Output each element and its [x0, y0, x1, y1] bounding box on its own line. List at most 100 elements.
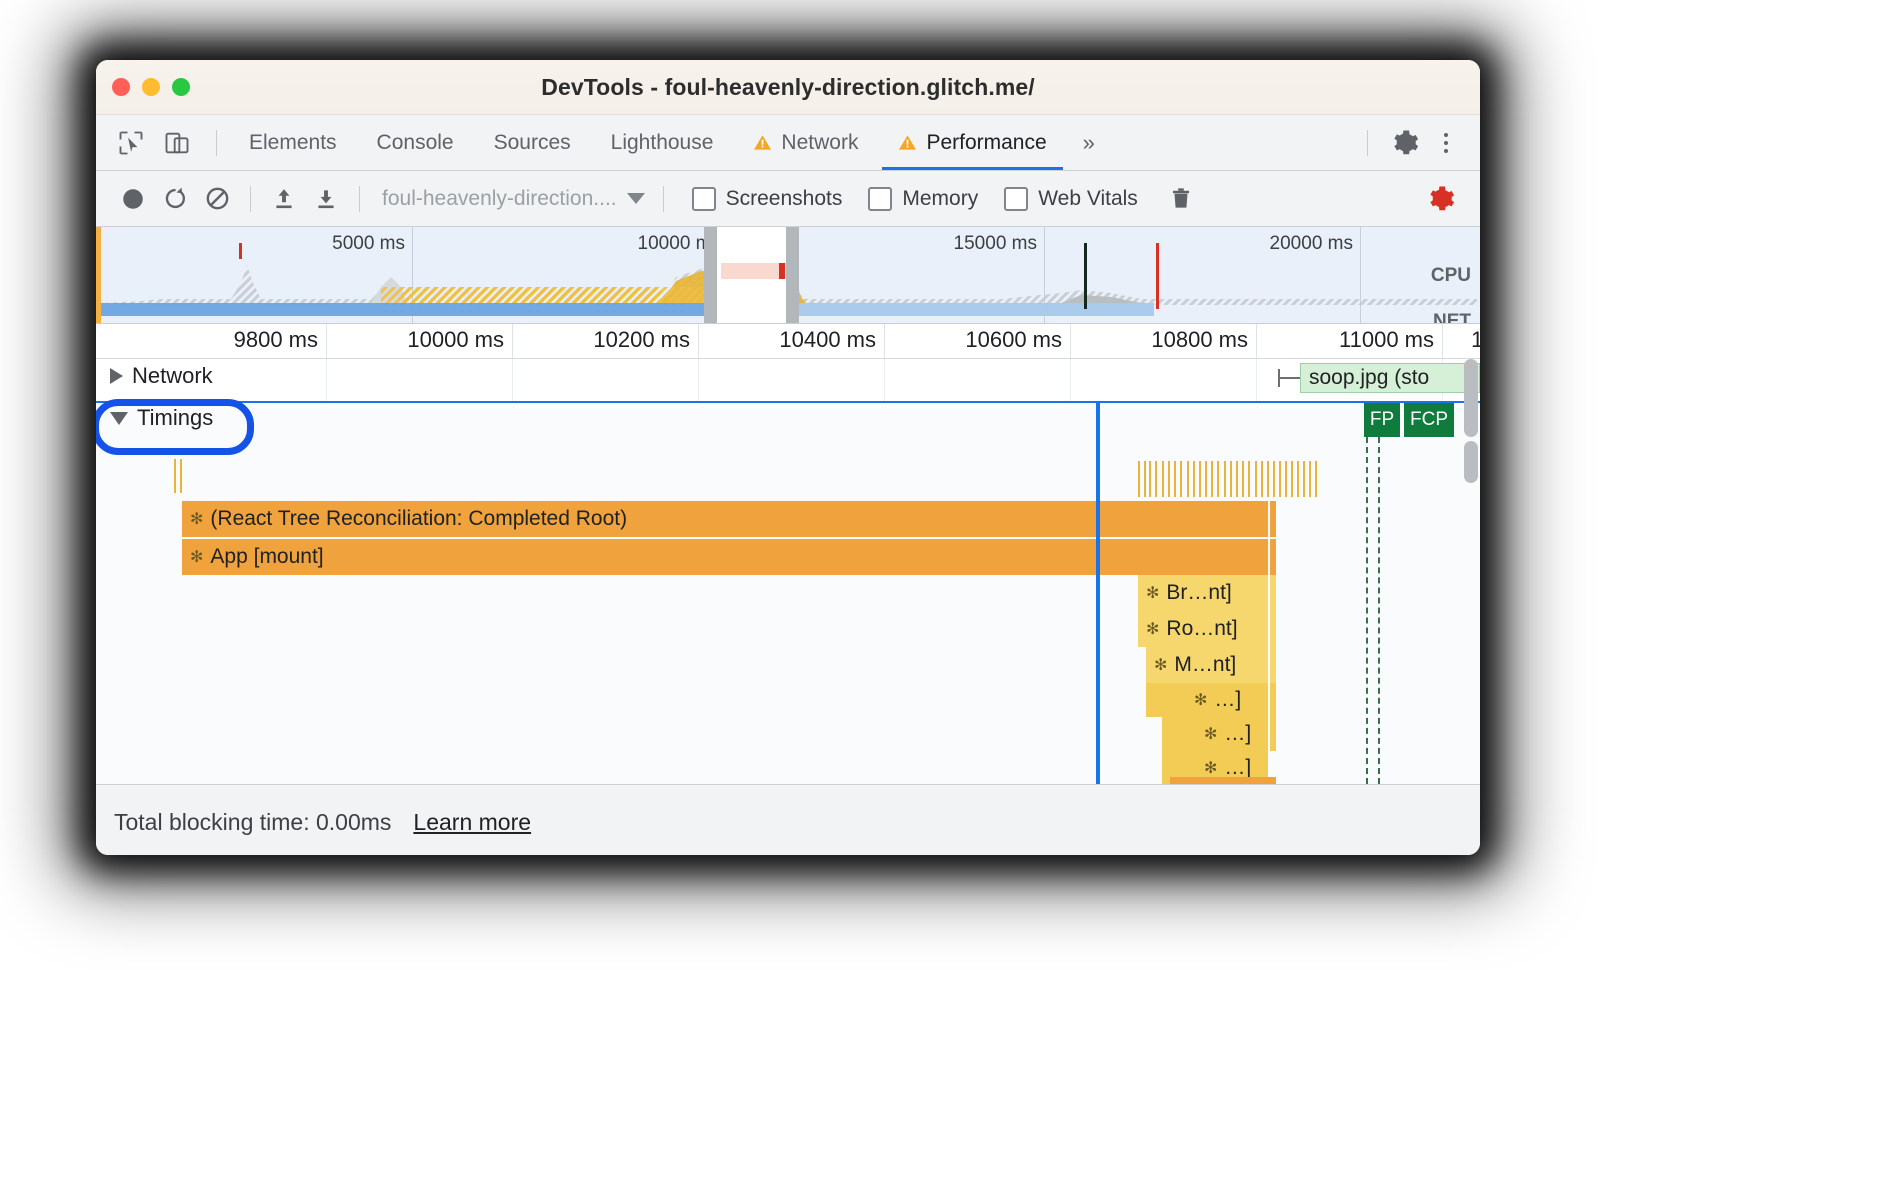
network-request-chip[interactable]: soop.jpg (sto [1300, 363, 1480, 393]
capture-settings-gear-icon[interactable] [1420, 179, 1462, 219]
ruler-tick-label: 10800 ms [1151, 327, 1248, 352]
timing-bar-label: …] [1224, 755, 1252, 779]
tab-network-label: Network [781, 130, 859, 154]
vertical-scrollbar-top[interactable] [1464, 359, 1478, 437]
reload-and-record-icon[interactable] [154, 179, 196, 219]
checkbox-box [868, 186, 893, 211]
timing-bar-sliver[interactable] [1270, 611, 1276, 647]
micro-measure-ticks [1138, 461, 1318, 497]
save-profile-icon[interactable] [305, 179, 347, 219]
snowflake-icon: ✻ [190, 511, 204, 528]
overview-onload-marker [1156, 243, 1159, 309]
ruler-tick-11000: 11000 ms [1256, 324, 1443, 358]
timing-bar-sliver[interactable] [1270, 717, 1276, 751]
tab-console[interactable]: Console [357, 115, 474, 170]
timeline-overview[interactable]: 5000 ms 10000 ms 15000 ms 20000 ms CPU N… [96, 227, 1480, 324]
learn-more-link[interactable]: Learn more [413, 809, 531, 836]
fp-marker-line [1366, 437, 1368, 784]
timing-bar-sliver[interactable] [1270, 683, 1276, 717]
timing-bar-sliver[interactable] [1270, 501, 1276, 537]
record-circle-icon[interactable] [112, 179, 154, 219]
ruler-tick-10000: 10000 ms [326, 324, 513, 358]
timing-bar-app-mount[interactable]: ✻ App [mount] [182, 539, 1268, 575]
tab-performance[interactable]: Performance [878, 115, 1066, 170]
clear-recording-icon[interactable] [196, 179, 238, 219]
screenshots-label: Screenshots [725, 186, 843, 210]
inspect-element-icon[interactable] [112, 124, 150, 162]
timing-bar-nested-1[interactable]: ✻ …] [1146, 683, 1268, 717]
ruler-tick-label: 9800 ms [233, 327, 318, 352]
snowflake-icon: ✻ [190, 549, 204, 566]
overview-net-bar [101, 303, 709, 316]
timing-bar-nested-4[interactable] [1170, 777, 1276, 784]
timing-bar-label: App [mount] [210, 545, 324, 568]
timing-bar-sliver[interactable] [1270, 539, 1276, 575]
timing-bar-sliver[interactable] [1270, 575, 1276, 611]
timing-bar-router-mount[interactable]: ✻ Ro…nt] [1138, 611, 1268, 647]
web-vitals-label: Web Vitals [1038, 186, 1138, 210]
memory-checkbox[interactable]: Memory [868, 186, 979, 211]
warning-triangle-icon [754, 135, 772, 150]
screenshot-root: DevTools - foul-heavenly-direction.glitc… [0, 0, 1884, 1178]
collect-garbage-icon[interactable] [1160, 179, 1202, 219]
ruler-tick-11200: 11 [1442, 324, 1480, 358]
snowflake-icon: ✻ [1154, 657, 1168, 674]
fcp-marker-chip[interactable]: FCP [1404, 403, 1454, 437]
overview-left-handle[interactable] [704, 227, 717, 323]
timeline-ruler: 9800 ms 10000 ms 10200 ms 10400 ms 10600… [96, 324, 1480, 359]
ruler-tick-label: 10400 ms [779, 327, 876, 352]
chevron-right-icon [110, 368, 123, 384]
tab-lighthouse[interactable]: Lighthouse [591, 115, 734, 170]
ruler-tick-label: 10600 ms [965, 327, 1062, 352]
screenshots-checkbox[interactable]: Screenshots [691, 186, 843, 211]
recording-select[interactable]: foul-heavenly-direction.... [376, 187, 651, 211]
total-blocking-time: Total blocking time: 0.00ms [114, 808, 392, 835]
overview-right-handle[interactable] [786, 227, 799, 323]
tab-performance-label: Performance [926, 130, 1047, 154]
group-header-network[interactable]: Network [96, 363, 213, 389]
fp-marker-chip[interactable]: FP [1364, 403, 1400, 437]
group-header-timings-label: Timings [137, 405, 214, 430]
load-profile-icon[interactable] [263, 179, 305, 219]
tab-network[interactable]: Network [733, 115, 878, 170]
tab-elements[interactable]: Elements [229, 115, 357, 170]
tabstrip-divider [216, 129, 217, 156]
timing-bar-mount[interactable]: ✻ M…nt] [1146, 647, 1268, 683]
micro-measure-ticks-left [174, 459, 184, 493]
chevron-down-icon [110, 411, 128, 425]
timing-bar-label: …] [1214, 688, 1242, 711]
ruler-tick-10800: 10800 ms [1070, 324, 1257, 358]
tab-elements-label: Elements [249, 130, 337, 154]
toolbar-divider-3 [662, 185, 664, 212]
kebab-menu-icon[interactable] [1430, 132, 1462, 153]
fcp-marker-line [1378, 437, 1380, 784]
vertical-scrollbar-thumb[interactable] [1464, 441, 1478, 483]
toolbar-divider-1 [250, 185, 251, 212]
tab-lighthouse-label: Lighthouse [610, 130, 714, 154]
devtools-window: DevTools - foul-heavenly-direction.glitc… [96, 60, 1480, 855]
ruler-tick-10400: 10400 ms [698, 324, 885, 358]
timing-bar-label: Ro…nt] [1166, 617, 1238, 640]
timing-bar-react-tree-reconciliation[interactable]: ✻ (React Tree Reconciliation: Completed … [182, 501, 1268, 537]
tab-sources[interactable]: Sources [474, 115, 591, 170]
timing-bar-nested-2[interactable]: ✻ …] [1162, 717, 1268, 751]
more-tabs-button[interactable]: » [1067, 130, 1109, 156]
tabstrip-right-tools [1355, 124, 1480, 162]
window-title: DevTools - foul-heavenly-direction.glitc… [541, 74, 1035, 100]
timing-bar-sliver[interactable] [1270, 647, 1276, 683]
net-track-label: NET [1433, 311, 1471, 324]
timeline-playhead[interactable] [1096, 401, 1100, 784]
group-header-timings[interactable]: Timings [96, 405, 213, 431]
flame-chart-area[interactable]: Network soop.jpg (sto Timings FP FCP ✻ (… [96, 359, 1480, 784]
memory-label: Memory [902, 186, 979, 210]
group-header-network-label: Network [132, 363, 213, 388]
device-toolbar-icon[interactable] [158, 124, 196, 162]
gear-icon[interactable] [1386, 124, 1424, 162]
checkbox-box [691, 186, 716, 211]
timing-bar-browser-router-mount[interactable]: ✻ Br…nt] [1138, 575, 1268, 611]
fcp-marker-label: FCP [1410, 409, 1448, 430]
web-vitals-checkbox[interactable]: Web Vitals [1004, 186, 1138, 211]
snowflake-icon: ✻ [1146, 585, 1160, 602]
ruler-tick-label: 10200 ms [593, 327, 690, 352]
ruler-tick-10600: 10600 ms [884, 324, 1071, 358]
